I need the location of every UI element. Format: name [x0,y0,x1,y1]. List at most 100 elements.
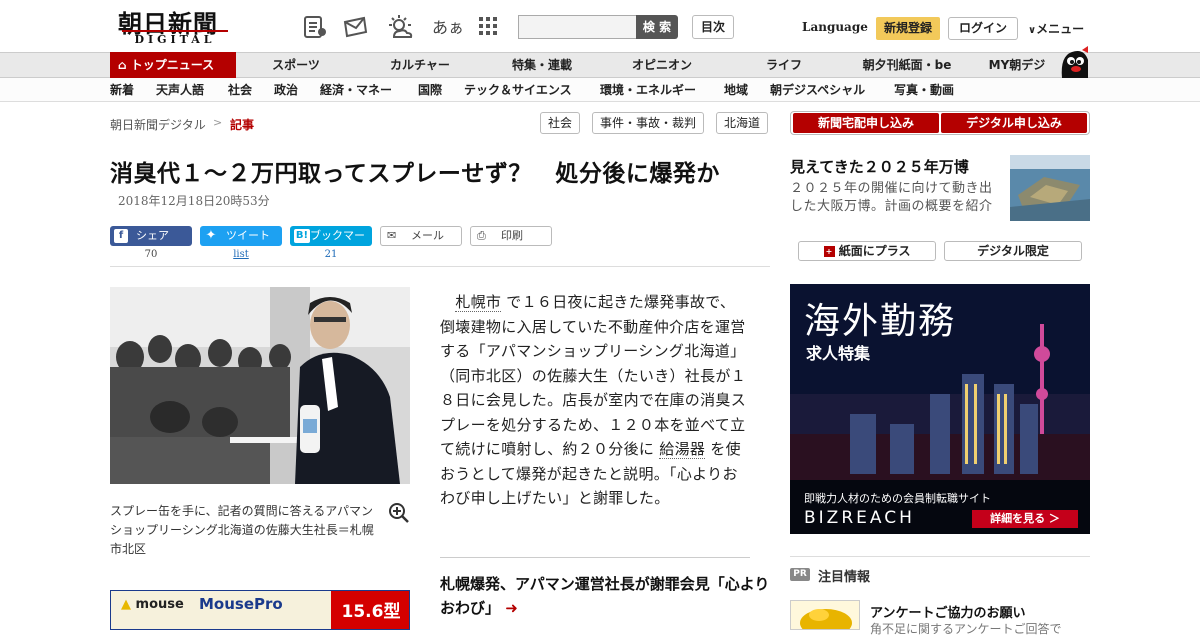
nav2-society[interactable]: 社会 [228,78,252,102]
breadcrumb-current: 記事 [230,118,255,132]
survey-title[interactable]: アンケートご協力のお願い [870,602,1025,621]
facebook-count: 70 [144,249,158,260]
login-button[interactable]: ログイン [948,17,1018,40]
survey-subtitle: 角不足に関するアンケートご回答で [870,622,1062,636]
print-icon: ⎙ [477,229,486,242]
hatena-bookmark-button[interactable]: B! ブックマーク [290,226,372,262]
nav2-special[interactable]: 朝デジスペシャル [770,78,865,102]
mouse-ad-banner[interactable]: ▲ mouse MousePro 15.6型 [110,590,410,630]
nav2-politics[interactable]: 政治 [274,78,298,102]
register-button[interactable]: 新規登録 [876,17,940,40]
breadcrumb-separator: > [213,116,223,129]
promo-image[interactable] [1010,155,1090,221]
plus-icon: + [823,246,835,257]
bizreach-ad-banner[interactable]: 海外勤務 求人特集 即戦力人材のための会員制転職サイト BIZREACH 詳細を… [790,284,1090,534]
nav-my-asadigi[interactable]: MY朝デジ [972,52,1062,78]
mouse-logo-icon: ▲ [121,597,131,612]
bizreach-ad-title: 海外勤務 [804,301,957,342]
divider [110,266,770,267]
home-icon: ⌂ [118,58,131,72]
article-date: 2018年12月18日20時53分 [118,194,270,208]
mascot-icon[interactable] [1058,44,1092,78]
mail-label: メール [411,229,444,242]
tag-hokkaido[interactable]: 北海道 [716,112,769,134]
mouse-ad-size: 15.6型 [331,591,409,629]
hatena-icon: B! [294,229,310,243]
menu-link[interactable]: ∨メニュー [1028,20,1084,37]
divider [440,557,750,558]
arrow-right-icon: ➜ [505,599,518,617]
nav-culture[interactable]: カルチャー [360,52,480,78]
nav2-tech[interactable]: テック＆サイエンス [464,78,572,102]
newspaper-icon[interactable] [302,14,328,40]
tag-society[interactable]: 社会 [540,112,581,134]
font-size-icon[interactable]: あぁ [432,14,464,38]
promo-title[interactable]: 見えてきた２０２５年万博 [790,156,969,177]
grid-icon[interactable] [478,16,504,42]
nav-opinion[interactable]: オピニオン [602,52,722,78]
pr-badge: PR [790,568,810,581]
facebook-share-label: シェア [136,229,169,242]
bizreach-cta-button[interactable]: 詳細を見る ＞ [972,510,1078,528]
digital-subscribe-button[interactable]: デジタル申し込み [941,113,1087,133]
mouse-brand-text: mouse [135,597,184,612]
nav-features[interactable]: 特集・連載 [482,52,602,78]
breadcrumb-home[interactable]: 朝日新聞デジタル [110,116,206,133]
divider [790,556,1090,557]
mail-icon: ✉ [387,229,397,242]
toc-button[interactable]: 目次 [692,15,734,39]
twitter-list-link[interactable]: list [200,249,282,260]
bizreach-ad-subtitle: 求人特集 [806,344,871,363]
nav2-international[interactable]: 国際 [418,78,442,102]
logo-digital[interactable]: DIGITAL [122,30,228,46]
hatena-count: 21 [324,249,338,260]
nav-top-news-label: トップニュース [130,58,215,72]
bizreach-ad-tagline: 即戦力人材のための会員制転職サイト [804,492,991,505]
nav2-economy[interactable]: 経済・マネー [320,78,392,102]
link-water-heater[interactable]: 給湯器 [659,440,706,459]
plus-label: 紙面にプラス [838,244,911,258]
nav2-new[interactable]: 新着 [110,78,134,102]
body-text-1: で１６日夜に起きた爆発事故で、倒壊建物に入居していた不動産仲介店を運営する「アパ… [440,293,747,458]
related-article-title: 札幌爆発、アパマン運営社長が謝罪会見「心よりおわび」 [440,575,770,617]
print-button[interactable]: ⎙ 印刷 [470,226,552,246]
nav-life[interactable]: ライフ [724,52,844,78]
bizreach-logo: BIZREACH [804,508,915,528]
nav2-region[interactable]: 地域 [724,78,748,102]
nav-sports[interactable]: スポーツ [236,52,356,78]
nav-top-news[interactable]: ⌂ トップニュース [110,52,236,78]
nav-paper[interactable]: 朝夕刊紙面・be [846,52,968,78]
link-sapporo[interactable]: 札幌市 [455,293,502,312]
twitter-share-button[interactable]: ✦ ツイート [200,226,282,246]
nav2-environment[interactable]: 環境・エネルギー [600,78,696,102]
facebook-share-button[interactable]: f シェア [110,226,192,246]
envelope-icon[interactable] [342,14,368,40]
paper-plus-button[interactable]: + 紙面にプラス [798,241,936,261]
menu-label: メニュー [1036,22,1085,36]
twitter-icon: ✦ [205,228,217,243]
print-label: 印刷 [501,229,523,242]
article-photo[interactable] [110,287,410,484]
chevron-down-icon: ∨ [1028,25,1037,36]
article-headline: 消臭代１～２万円取ってスプレーせず？ 処分後に爆発か [110,161,720,187]
mousepro-brand: MousePro [199,595,283,613]
mouse-ad-brand: ▲ mouse [121,597,184,612]
weather-icon[interactable] [386,14,413,40]
nav2-tenseijingo[interactable]: 天声人語 [156,78,204,102]
facebook-icon: f [114,229,128,243]
nav2-photo[interactable]: 写真・動画 [894,78,954,102]
promo-text: ２０２５年の開催に向けて動き出した大阪万博。計画の概要を紹介 [790,181,993,214]
tag-incident[interactable]: 事件・事故・裁判 [592,112,705,134]
related-article-link[interactable]: 札幌爆発、アパマン運営社長が謝罪会見「心よりおわび」 ➜ [440,572,770,620]
zoom-in-icon[interactable] [388,502,410,524]
search-input[interactable] [518,15,638,39]
paper-subscribe-button[interactable]: 新聞宅配申し込み [793,113,939,133]
article-body: 札幌市 で１６日夜に起きた爆発事故で、倒壊建物に入居していた不動産仲介店を運営す… [440,290,750,511]
notice-section-title: 注目情報 [818,570,871,585]
digital-limited-button[interactable]: デジタル限定 [944,241,1082,261]
twitter-share-label: ツイート [226,229,270,242]
survey-thumbnail[interactable] [790,600,860,630]
mail-button[interactable]: ✉ メール [380,226,462,246]
language-link[interactable]: Language [802,20,868,34]
search-button[interactable]: 検 索 [636,15,678,39]
